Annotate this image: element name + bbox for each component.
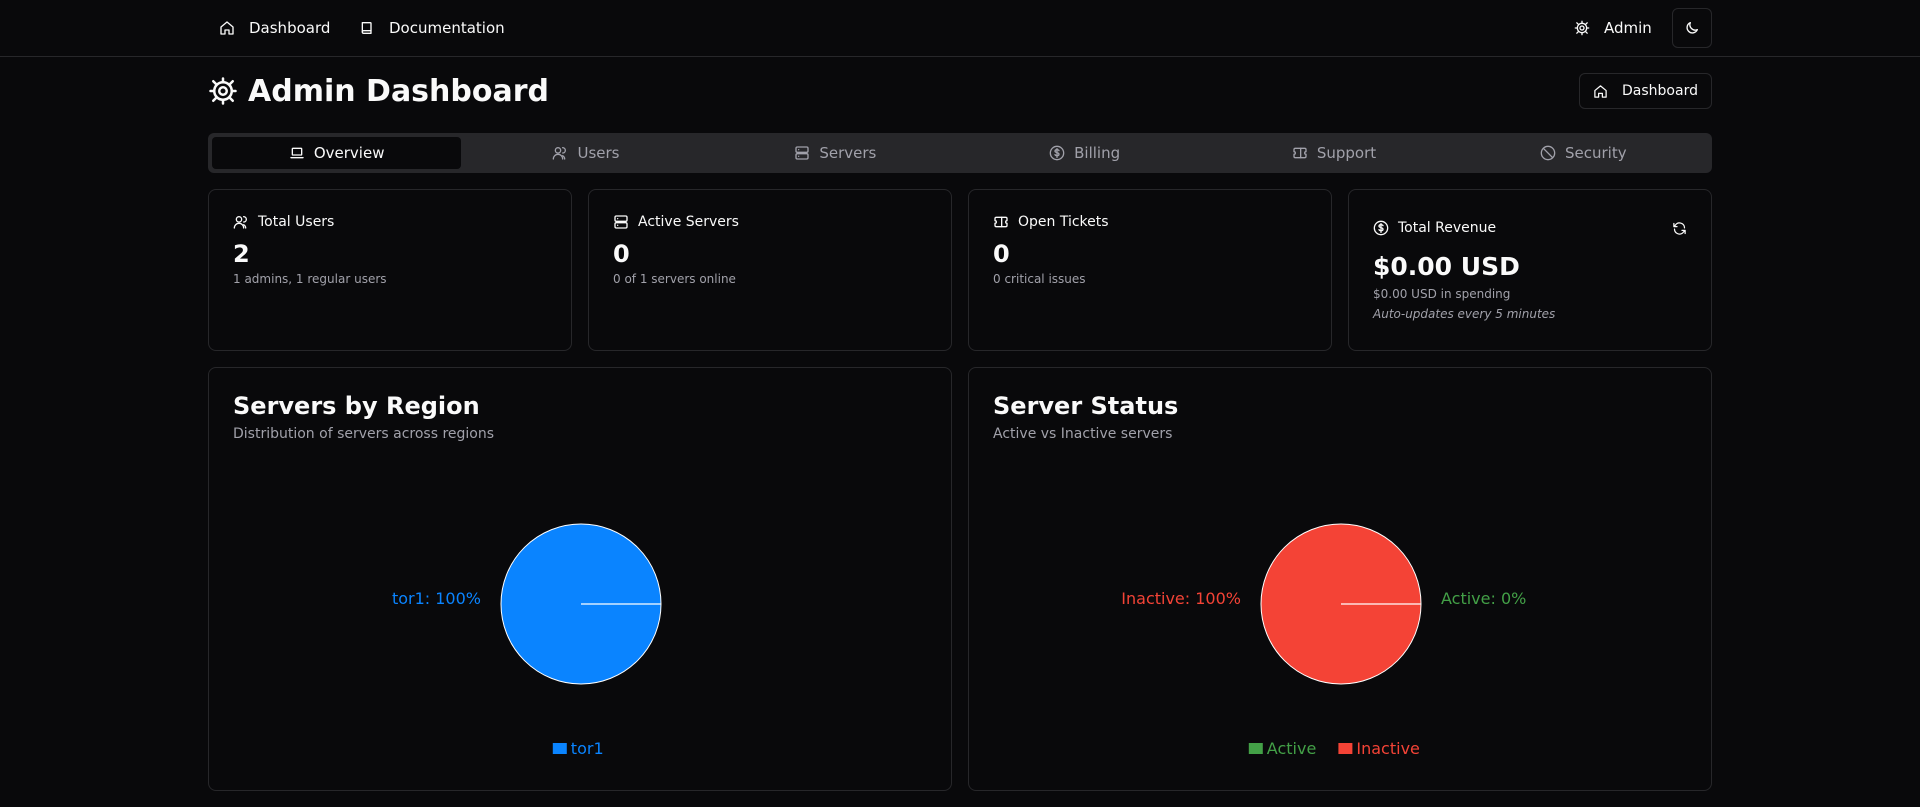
active-servers-card: Active Servers 0 0 of 1 servers online bbox=[588, 189, 952, 351]
server-icon bbox=[794, 145, 810, 161]
gear-icon bbox=[208, 76, 238, 106]
nav-dashboard-label: Dashboard bbox=[249, 19, 331, 37]
legend-swatch-tor1 bbox=[552, 743, 567, 754]
total-revenue-card: Total Revenue $0.00 USD $0.00 USD in spe… bbox=[1348, 189, 1712, 351]
tab-label: Security bbox=[1565, 144, 1627, 162]
legend-label-inactive[interactable]: Inactive bbox=[1356, 739, 1420, 758]
page-title: Admin Dashboard bbox=[208, 72, 549, 110]
server-icon bbox=[613, 214, 629, 230]
top-nav: Dashboard Documentation Admin bbox=[0, 0, 1920, 57]
nav-admin-label: Admin bbox=[1604, 19, 1652, 37]
stat-subtitle: 1 admins, 1 regular users bbox=[233, 272, 387, 286]
tab-label: Overview bbox=[313, 144, 385, 162]
home-icon bbox=[1593, 84, 1608, 99]
nav-documentation-label: Documentation bbox=[389, 19, 505, 37]
stat-header: Total Revenue bbox=[1373, 220, 1687, 236]
stat-value: 2 bbox=[233, 240, 250, 268]
stat-subtitle: 0 critical issues bbox=[993, 272, 1086, 286]
stat-subtitle: 0 of 1 servers online bbox=[613, 272, 736, 286]
stat-subtitle: $0.00 USD in spending bbox=[1373, 287, 1511, 301]
dashboard-button-label: Dashboard bbox=[1622, 83, 1698, 99]
auto-update-note: Auto-updates every 5 minutes bbox=[1373, 307, 1556, 321]
dollar-circle-icon bbox=[1373, 220, 1389, 236]
chart-title: Servers by Region bbox=[233, 392, 480, 420]
tab-overview[interactable]: Overview bbox=[212, 137, 462, 169]
total-users-card: Total Users 2 1 admins, 1 regular users bbox=[208, 189, 572, 351]
chart-legend: Active Inactive bbox=[1248, 739, 1420, 758]
legend-label-active[interactable]: Active bbox=[1267, 739, 1317, 758]
stat-title: Total Users bbox=[258, 214, 335, 230]
tab-label: Servers bbox=[819, 144, 877, 162]
page-title-text: Admin Dashboard bbox=[248, 73, 549, 109]
nav-admin-link[interactable]: Admin bbox=[1574, 14, 1652, 42]
pie-label-inactive: Inactive: 100% bbox=[1121, 589, 1241, 608]
stat-header: Open Tickets bbox=[993, 214, 1307, 230]
users-icon bbox=[552, 145, 568, 161]
tab-list: Overview Users Servers Billing Support S… bbox=[208, 133, 1712, 173]
home-icon bbox=[219, 20, 235, 36]
users-icon bbox=[233, 214, 249, 230]
refresh-icon[interactable] bbox=[1672, 221, 1687, 236]
tab-servers[interactable]: Servers bbox=[711, 137, 960, 169]
stat-header: Total Users bbox=[233, 214, 547, 230]
ban-icon bbox=[1540, 145, 1556, 161]
stat-value: 0 bbox=[613, 240, 630, 268]
ticket-icon bbox=[993, 214, 1009, 230]
stat-value: 0 bbox=[993, 240, 1010, 268]
servers-by-region-card: tor1: 100% tor1 Servers by Region Distrib… bbox=[208, 367, 952, 791]
tab-security[interactable]: Security bbox=[1459, 137, 1708, 169]
ticket-icon bbox=[1292, 145, 1308, 161]
dashboard-button[interactable]: Dashboard bbox=[1579, 73, 1712, 109]
stat-title: Total Revenue bbox=[1398, 220, 1497, 236]
gear-icon bbox=[1574, 20, 1590, 36]
moon-icon bbox=[1684, 20, 1700, 36]
book-icon bbox=[359, 20, 375, 36]
stat-value: $0.00 USD bbox=[1373, 252, 1520, 281]
server-status-card: Active: 0% Inactive: 100% Active Inactive S… bbox=[968, 367, 1712, 791]
legend-label-tor1[interactable]: tor1 bbox=[571, 739, 604, 758]
tab-label: Users bbox=[577, 144, 620, 162]
stat-title: Active Servers bbox=[638, 214, 739, 230]
pie-label-tor1: tor1: 100% bbox=[392, 589, 481, 608]
chart-subtitle: Distribution of servers across regions bbox=[233, 426, 495, 442]
tab-billing[interactable]: Billing bbox=[960, 137, 1209, 169]
nav-dashboard-link[interactable]: Dashboard bbox=[219, 14, 330, 42]
laptop-icon bbox=[289, 145, 305, 161]
chart-title: Server Status bbox=[993, 392, 1179, 420]
dollar-circle-icon bbox=[1049, 145, 1065, 161]
tab-users[interactable]: Users bbox=[461, 137, 710, 169]
nav-documentation-link[interactable]: Documentation bbox=[359, 14, 505, 42]
open-tickets-card: Open Tickets 0 0 critical issues bbox=[968, 189, 1332, 351]
legend-swatch-inactive bbox=[1338, 743, 1353, 754]
chart-subtitle: Active vs Inactive servers bbox=[993, 426, 1173, 442]
stat-header: Active Servers bbox=[613, 214, 927, 230]
stat-title-group: Total Revenue bbox=[1373, 220, 1496, 236]
theme-toggle-button[interactable] bbox=[1672, 8, 1712, 48]
chart-legend: tor1 bbox=[552, 739, 604, 758]
tab-label: Support bbox=[1316, 144, 1377, 162]
legend-swatch-active bbox=[1248, 743, 1263, 754]
tab-label: Billing bbox=[1074, 144, 1121, 162]
pie-label-active: Active: 0% bbox=[1441, 589, 1526, 608]
stat-title: Open Tickets bbox=[1018, 214, 1109, 230]
tab-support[interactable]: Support bbox=[1209, 137, 1458, 169]
